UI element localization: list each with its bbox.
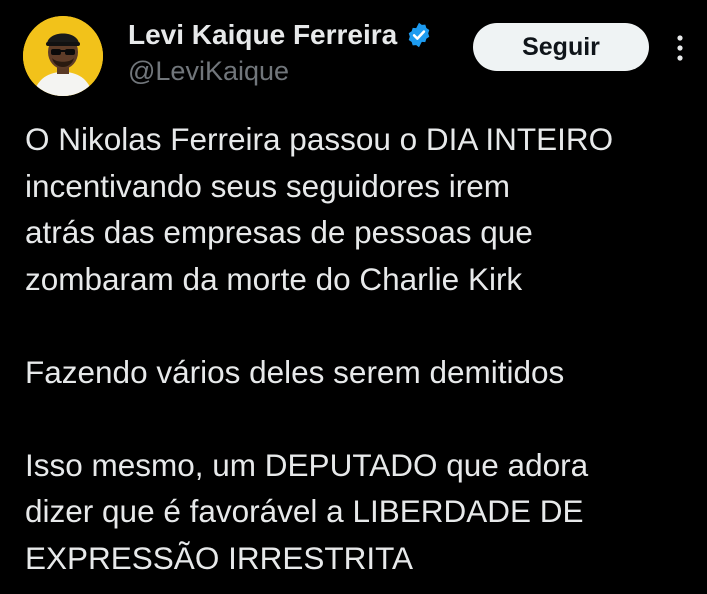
- author-name-row: Levi Kaique Ferreira: [128, 16, 433, 54]
- tweet-line: EXPRESSÃO IRRESTRITA: [25, 539, 413, 576]
- paragraph-break: [25, 395, 695, 442]
- paragraph-break: [25, 302, 695, 349]
- author-handle[interactable]: @LeviKaique: [128, 54, 289, 88]
- tweet-line: O Nikolas Ferreira passou o DIA INTEIRO: [25, 121, 614, 157]
- verified-badge-icon[interactable]: [405, 21, 433, 49]
- follow-button[interactable]: Seguir: [473, 23, 649, 71]
- more-options-button[interactable]: [666, 30, 694, 66]
- tweet-line: zombaram da morte do Charlie Kirk: [25, 260, 523, 297]
- tweet-post: Levi Kaique Ferreira @LeviKaique Seguir …: [0, 0, 707, 594]
- tweet-line: atrás das empresas de pessoas que: [25, 214, 533, 250]
- tweet-line: Fazendo vários deles serem demitidos: [25, 353, 565, 390]
- more-vertical-icon: [677, 35, 683, 61]
- avatar-photo-icon: [23, 16, 103, 96]
- tweet-text: O Nikolas Ferreira passou o DIA INTEIRO …: [25, 116, 695, 581]
- tweet-line: incentivando seus seguidores irem: [25, 167, 511, 204]
- tweet-line: dizer que é favorável a LIBERDADE DE: [25, 493, 584, 529]
- author-avatar[interactable]: [23, 16, 103, 96]
- tweet-line: Isso mesmo, um DEPUTADO que adora: [25, 446, 589, 483]
- author-display-name[interactable]: Levi Kaique Ferreira: [128, 16, 397, 54]
